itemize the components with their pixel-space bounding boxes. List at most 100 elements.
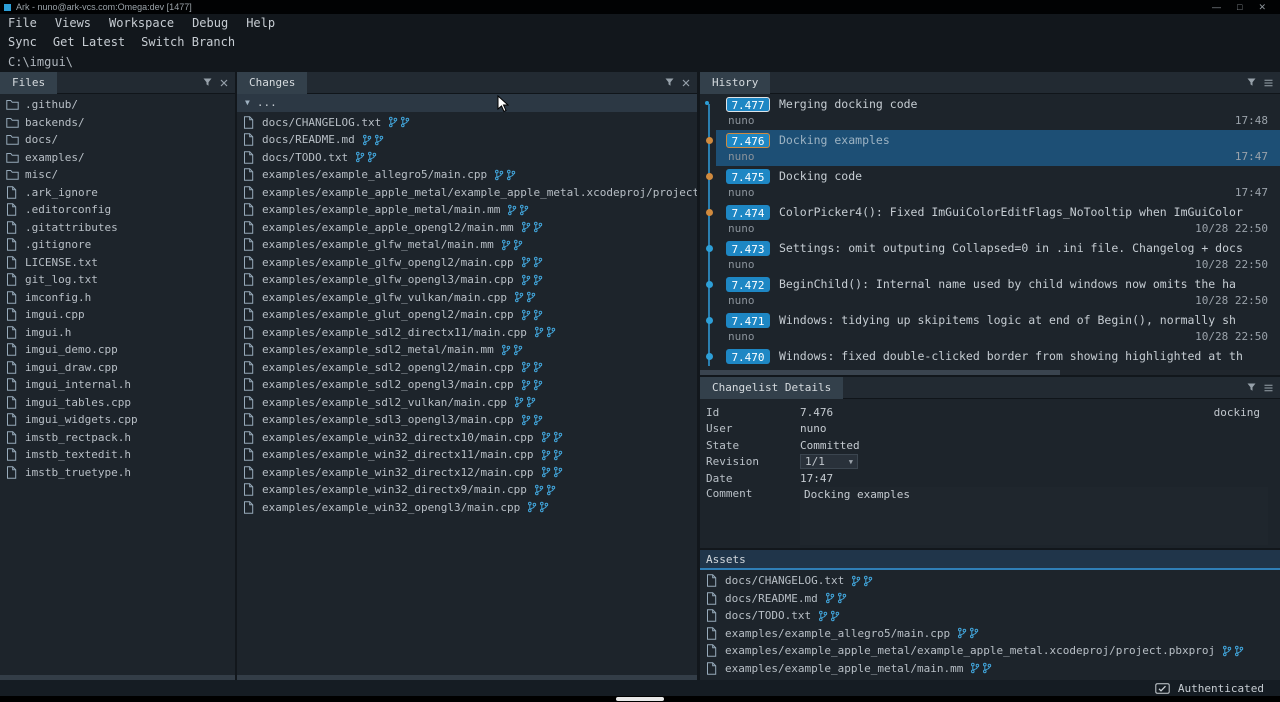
asset-row[interactable]: docs/README.md xyxy=(700,590,1280,608)
changed-file-row[interactable]: examples/example_sdl2_directx11/main.cpp xyxy=(237,324,697,342)
scrubber-handle[interactable] xyxy=(616,697,664,701)
changed-file-row[interactable]: docs/CHANGELOG.txt xyxy=(237,114,697,132)
changed-file-row[interactable]: examples/example_win32_directx11/main.cp… xyxy=(237,446,697,464)
changed-file-row[interactable]: examples/example_sdl2_opengl3/main.cpp xyxy=(237,376,697,394)
file-tree-item[interactable]: backends/ xyxy=(0,114,235,132)
asset-row[interactable]: docs/TODO.txt xyxy=(700,607,1280,625)
menu-item-debug[interactable]: Debug xyxy=(192,16,228,30)
file-tree-item[interactable]: imstb_rectpack.h xyxy=(0,429,235,447)
changed-file-row[interactable]: docs/TODO.txt xyxy=(237,149,697,167)
toolbar-button-get-latest[interactable]: Get Latest xyxy=(53,35,125,49)
file-tree-item[interactable]: misc/ xyxy=(0,166,235,184)
history-commit-row[interactable]: 7.476 Docking examples nuno 17:47 xyxy=(700,130,1280,166)
changed-file-row[interactable]: examples/example_glfw_opengl3/main.cpp xyxy=(237,271,697,289)
field-label: Date xyxy=(706,472,800,485)
changed-file-row[interactable]: examples/example_win32_opengl3/main.cpp xyxy=(237,499,697,517)
history-commit-row[interactable]: 7.470 Windows: fixed double-clicked bord… xyxy=(700,346,1280,370)
commit-message: Merging docking code xyxy=(779,97,917,111)
menu-item-file[interactable]: File xyxy=(8,16,37,30)
filter-icon[interactable] xyxy=(1247,383,1256,392)
file-tree-item[interactable]: .gitignore xyxy=(0,236,235,254)
close-button[interactable]: ✕ xyxy=(1258,0,1266,14)
file-tree-item[interactable]: imgui_tables.cpp xyxy=(0,394,235,412)
changes-root-row[interactable]: ▼ ... xyxy=(237,94,697,112)
history-tab[interactable]: History xyxy=(700,72,770,94)
file-tree-item[interactable]: imconfig.h xyxy=(0,289,235,307)
filter-icon[interactable] xyxy=(1247,78,1256,87)
file-tree-item[interactable]: .gitattributes xyxy=(0,219,235,237)
file-tree-item[interactable]: LICENSE.txt xyxy=(0,254,235,272)
branch-icon xyxy=(1234,645,1244,657)
changed-file-row[interactable]: docs/README.md xyxy=(237,131,697,149)
status-bar: Authenticated xyxy=(0,680,1280,696)
changed-file-row[interactable]: examples/example_glut_opengl2/main.cpp xyxy=(237,306,697,324)
field-label: State xyxy=(706,439,800,452)
file-tree-item[interactable]: examples/ xyxy=(0,149,235,167)
file-tree-item[interactable]: imstb_textedit.h xyxy=(0,446,235,464)
file-tree-item[interactable]: .ark_ignore xyxy=(0,184,235,202)
history-commit-row[interactable]: 7.475 Docking code nuno 17:47 xyxy=(700,166,1280,202)
history-commit-row[interactable]: 7.471 Windows: tidying up skipitems logi… xyxy=(700,310,1280,346)
asset-row[interactable]: docs/CHANGELOG.txt xyxy=(700,572,1280,590)
revision-dropdown[interactable]: 1/1 ▼ xyxy=(800,454,858,469)
file-tree-item[interactable]: imgui_widgets.cpp xyxy=(0,411,235,429)
menu-item-help[interactable]: Help xyxy=(246,16,275,30)
file-tree-item[interactable]: imgui.cpp xyxy=(0,306,235,324)
changed-file-row[interactable]: examples/example_sdl2_opengl2/main.cpp xyxy=(237,359,697,377)
file-tree-item[interactable]: imstb_truetype.h xyxy=(0,464,235,482)
close-panel-icon[interactable] xyxy=(220,79,228,87)
timeline-dot xyxy=(706,209,713,216)
changed-file-row[interactable]: examples/example_sdl2_metal/main.mm xyxy=(237,341,697,359)
menu-item-views[interactable]: Views xyxy=(55,16,91,30)
changed-file-row[interactable]: examples/example_apple_metal/main.mm xyxy=(237,201,697,219)
close-panel-icon[interactable] xyxy=(682,79,690,87)
toolbar-button-switch-branch[interactable]: Switch Branch xyxy=(141,35,235,49)
changed-file-row[interactable]: examples/example_win32_directx12/main.cp… xyxy=(237,464,697,482)
menu-item-workspace[interactable]: Workspace xyxy=(109,16,174,30)
changed-file-row[interactable]: examples/example_allegro5/main.cpp xyxy=(237,166,697,184)
scrollbar-thumb[interactable] xyxy=(700,370,1060,375)
changed-file-row[interactable]: examples/example_win32_directx9/main.cpp xyxy=(237,481,697,499)
file-icon xyxy=(243,448,257,461)
changed-file-row[interactable]: examples/example_win32_directx10/main.cp… xyxy=(237,429,697,447)
comment-value[interactable]: Docking examples xyxy=(800,487,1268,545)
filter-icon[interactable] xyxy=(203,78,212,87)
maximize-button[interactable]: □ xyxy=(1237,0,1242,14)
files-tab[interactable]: Files xyxy=(0,72,57,94)
asset-row[interactable]: examples/example_apple_metal/example_app… xyxy=(700,642,1280,660)
file-tree-item[interactable]: .editorconfig xyxy=(0,201,235,219)
changed-file-row[interactable]: examples/example_sdl2_vulkan/main.cpp xyxy=(237,394,697,412)
changed-file-row[interactable]: examples/example_glfw_opengl2/main.cpp xyxy=(237,254,697,272)
changes-tab[interactable]: Changes xyxy=(237,72,307,94)
history-commit-row[interactable]: 7.477 Merging docking code nuno 17:48 xyxy=(700,94,1280,130)
asset-row[interactable]: examples/example_apple_metal/main.mm xyxy=(700,660,1280,678)
toolbar-button-sync[interactable]: Sync xyxy=(8,35,37,49)
changed-file-row[interactable]: examples/example_sdl3_opengl3/main.cpp xyxy=(237,411,697,429)
changed-file-row[interactable]: examples/example_apple_opengl2/main.mm xyxy=(237,219,697,237)
file-tree-item[interactable]: imgui.h xyxy=(0,324,235,342)
details-tab[interactable]: Changelist Details xyxy=(700,377,843,399)
history-commit-row[interactable]: 7.473 Settings: omit outputing Collapsed… xyxy=(700,238,1280,274)
branch-icon xyxy=(533,379,543,391)
history-horizontal-scrollbar[interactable] xyxy=(700,370,1280,375)
folder-icon xyxy=(6,133,20,146)
menu-icon[interactable] xyxy=(1264,384,1273,392)
file-tree-item[interactable]: imgui_draw.cpp xyxy=(0,359,235,377)
file-tree-item[interactable]: git_log.txt xyxy=(0,271,235,289)
minimize-button[interactable]: — xyxy=(1212,0,1221,14)
file-tree-item[interactable]: docs/ xyxy=(0,131,235,149)
chevron-down-icon[interactable]: ▼ xyxy=(245,98,250,107)
asset-row[interactable]: examples/example_allegro5/main.cpp xyxy=(700,625,1280,643)
changed-file-row[interactable]: examples/example_glfw_metal/main.mm xyxy=(237,236,697,254)
file-tree-item[interactable]: .github/ xyxy=(0,96,235,114)
changed-file-row[interactable]: examples/example_apple_metal/example_app… xyxy=(237,184,697,202)
branch-icon xyxy=(521,414,531,426)
file-icon xyxy=(706,662,720,675)
history-commit-row[interactable]: 7.474 ColorPicker4(): Fixed ImGuiColorEd… xyxy=(700,202,1280,238)
history-commit-row[interactable]: 7.472 BeginChild(): Internal name used b… xyxy=(700,274,1280,310)
file-tree-item[interactable]: imgui_internal.h xyxy=(0,376,235,394)
file-tree-item[interactable]: imgui_demo.cpp xyxy=(0,341,235,359)
filter-icon[interactable] xyxy=(665,78,674,87)
menu-icon[interactable] xyxy=(1264,79,1273,87)
changed-file-row[interactable]: examples/example_glfw_vulkan/main.cpp xyxy=(237,289,697,307)
